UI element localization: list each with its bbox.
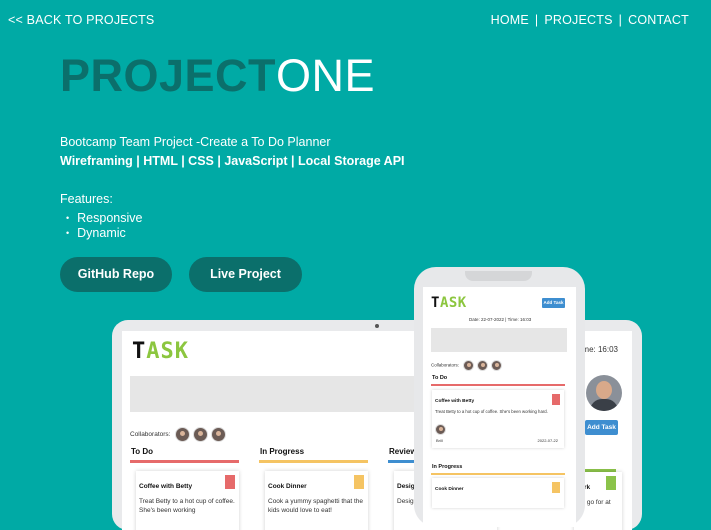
task-card: Coffee with Betty Treat Betty to a hot c… — [136, 471, 239, 530]
column-bar — [259, 460, 368, 463]
nav-contact-link[interactable]: CONTACT — [628, 13, 689, 27]
avatar — [175, 427, 191, 442]
phone-add-task-button: Add Task — [542, 298, 565, 308]
back-to-projects-link[interactable]: << BACK TO PROJECTS — [8, 13, 154, 27]
logo-t: T — [132, 339, 147, 364]
collaborators-label: Collaborators: — [130, 431, 171, 439]
phone-collaborators: Collaborators: — [431, 360, 503, 371]
avatar — [435, 424, 446, 435]
column-todo: To Do Coffee with Betty Treat Betty to a… — [130, 447, 239, 530]
nav-separator: | — [534, 13, 539, 27]
card-title: Cook Dinner — [268, 483, 307, 490]
card-desc: Cook a yummy spaghetti that the kids wou… — [268, 498, 364, 514]
tablet-camera — [375, 324, 379, 328]
card-title: Coffee with Betty — [139, 483, 193, 490]
feature-item: Dynamic — [66, 226, 142, 241]
priority-flag — [552, 482, 560, 493]
page-title: PROJECTONE — [60, 50, 375, 102]
card-title: Coffee with Betty — [435, 399, 475, 404]
column-head: To Do — [131, 447, 154, 456]
priority-flag — [606, 476, 616, 490]
top-nav: << BACK TO PROJECTS HOME | PROJECTS | CONTAC… — [8, 13, 689, 29]
task-card: Cook Dinner Cook a yummy spaghetti that … — [265, 471, 368, 530]
avatar-body — [590, 399, 618, 411]
avatar — [211, 427, 227, 442]
task-logo: TASK — [431, 295, 467, 311]
task-card: Coffee with Betty Treat Betty to a hot c… — [432, 390, 564, 448]
card-assignee: Brill — [436, 438, 443, 443]
logo-ask: ASK — [439, 295, 467, 311]
column-head: In Progress — [260, 447, 305, 456]
column-head: To Do — [432, 375, 448, 381]
column-bar — [130, 460, 239, 463]
project-subtitle: Bootcamp Team Project -Create a To Do Pl… — [60, 135, 331, 149]
avatar-face — [596, 381, 612, 399]
avatar — [193, 427, 209, 442]
collaborators-label: Collaborators: — [431, 362, 460, 368]
phone-input-box — [431, 328, 567, 352]
github-repo-button[interactable]: GitHub Repo — [60, 257, 172, 292]
card-due-date: 2022-07-22 — [537, 438, 558, 443]
nav-home-link[interactable]: HOME — [491, 13, 529, 27]
column-bar — [431, 473, 565, 475]
avatar — [463, 360, 475, 371]
tablet-add-task-button: Add Task — [585, 420, 618, 435]
phone-datetime: Date: 22-07-2022 | Time: 16:03 — [469, 317, 532, 322]
tablet-collaborators: Collaborators: — [130, 427, 227, 442]
card-desc: Treat Betty to a hot cup of coffee. She'… — [435, 409, 548, 414]
title-bold: PROJECT — [60, 50, 277, 101]
logo-t: T — [431, 295, 440, 311]
task-card: Cook Dinner — [432, 478, 564, 508]
logo-ask: ASK — [146, 339, 189, 364]
column-bar — [431, 384, 565, 386]
features-label: Features: — [60, 192, 113, 206]
feature-item: Responsive — [66, 211, 142, 226]
card-title: Cook Dinner — [435, 487, 464, 492]
tech-stack: Wireframing | HTML | CSS | JavaScript | … — [60, 154, 405, 168]
phone-mockup: TASK Add Task Date: 22-07-2022 | Time: 1… — [414, 267, 585, 527]
features-list: Responsive Dynamic — [66, 211, 142, 241]
priority-flag — [552, 394, 560, 405]
live-project-button[interactable]: Live Project — [189, 257, 302, 292]
avatar — [491, 360, 503, 371]
phone-notch — [465, 271, 532, 281]
priority-flag — [225, 475, 235, 489]
column-head: In Progress — [432, 464, 463, 470]
title-light: ONE — [276, 50, 376, 101]
task-logo: TASK — [132, 339, 189, 364]
card-desc: Treat Betty to a hot cup of coffee. She'… — [139, 498, 235, 514]
nav-projects-link[interactable]: PROJECTS — [544, 13, 612, 27]
avatar — [477, 360, 489, 371]
phone-screen: TASK Add Task Date: 22-07-2022 | Time: 1… — [423, 287, 576, 527]
nav-separator: | — [618, 13, 623, 27]
priority-flag — [354, 475, 364, 489]
user-avatar — [586, 375, 622, 411]
nav-links: HOME | PROJECTS | CONTACT — [491, 13, 689, 27]
column-progress: In Progress Cook Dinner Cook a yummy spa… — [259, 447, 368, 530]
